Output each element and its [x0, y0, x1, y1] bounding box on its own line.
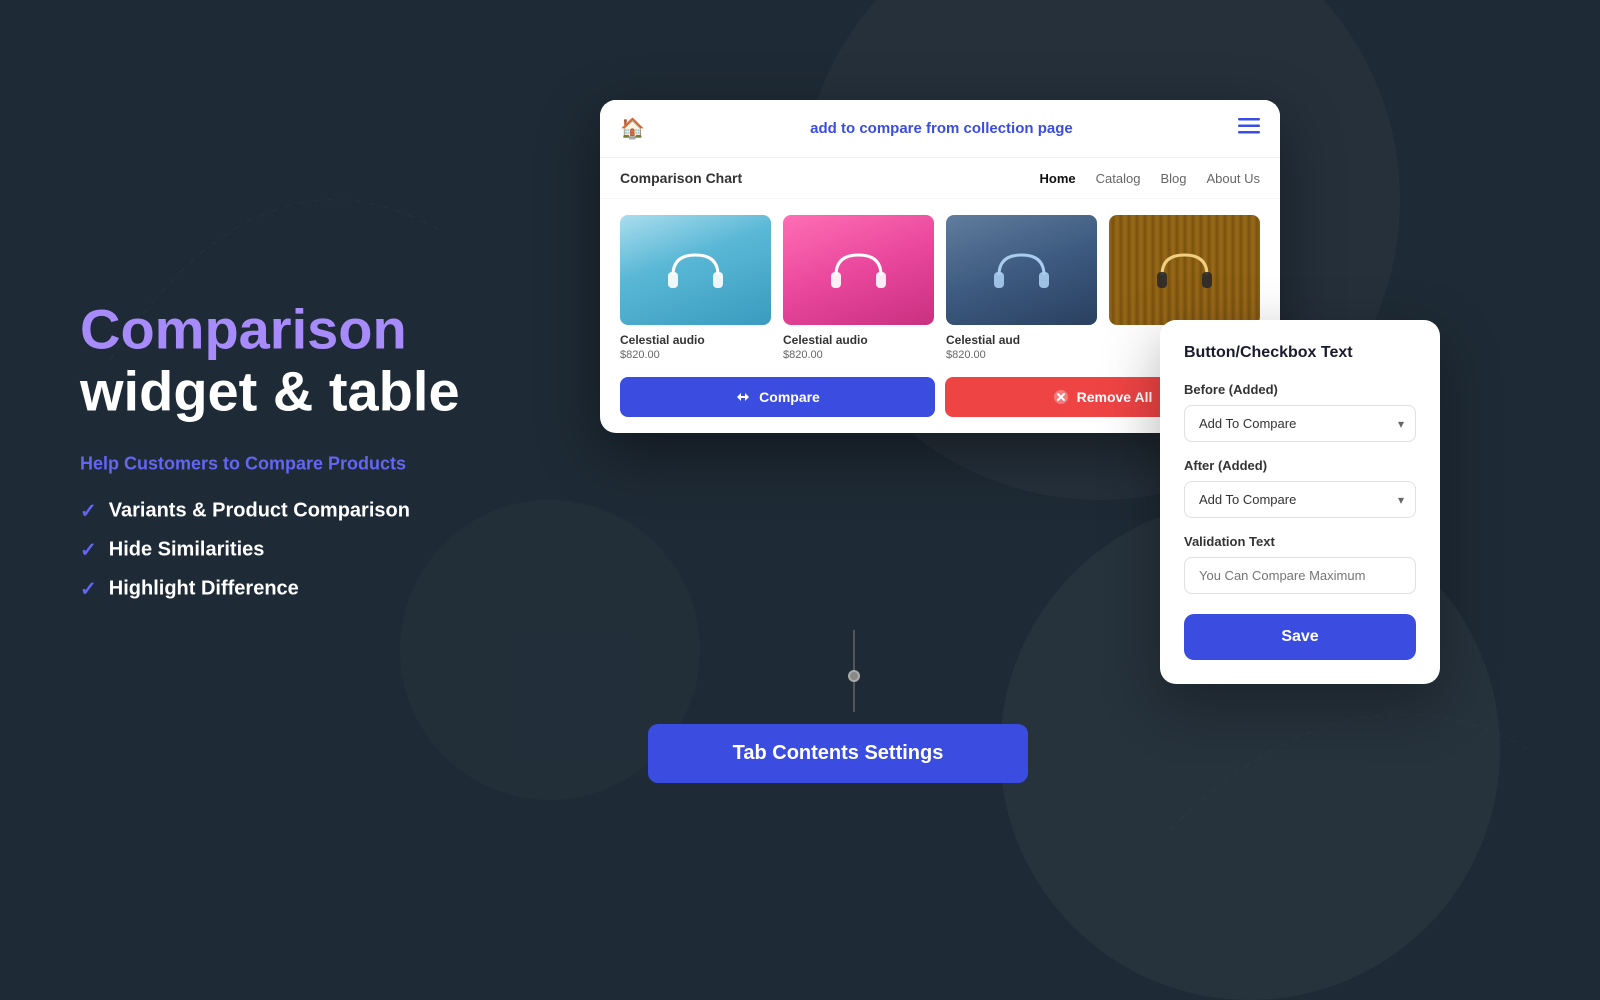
tab-contents-settings-button[interactable]: Tab Contents Settings	[648, 724, 1028, 783]
product-name-2: Celestial audio	[783, 333, 934, 347]
compare-icon	[735, 389, 751, 405]
feature-item-3: ✓ Highlight Difference	[80, 577, 560, 602]
nav-link-blog[interactable]: Blog	[1160, 171, 1186, 186]
connector-line-bottom	[853, 682, 855, 712]
check-icon-1: ✓	[80, 499, 97, 524]
subtitle: Help Customers to Compare Products	[80, 454, 560, 475]
window-header: 🏠 add to compare from collection page	[600, 100, 1280, 158]
feature-item-2: ✓ Hide Similarities	[80, 538, 560, 563]
title-comparison: Comparison	[80, 298, 560, 360]
hamburger-menu-icon[interactable]	[1238, 117, 1260, 140]
title-sub: widget & table	[80, 360, 560, 422]
after-label: After (Added)	[1184, 458, 1416, 473]
product-card-2: Celestial audio $820.00	[783, 215, 934, 361]
compare-button-label: Compare	[759, 389, 820, 405]
headphone-svg-1	[663, 240, 728, 300]
check-icon-3: ✓	[80, 577, 97, 602]
product-price-1: $820.00	[620, 349, 771, 361]
product-name-1: Celestial audio	[620, 333, 771, 347]
remove-icon	[1053, 389, 1069, 405]
after-select-wrapper: Add To Compare ▾	[1184, 481, 1416, 518]
remove-button-label: Remove All	[1077, 389, 1153, 405]
after-select[interactable]: Add To Compare	[1184, 481, 1416, 518]
product-name-3: Celestial aud	[946, 333, 1097, 347]
store-nav: Comparison Chart Home Catalog Blog About…	[600, 158, 1280, 199]
before-label: Before (Added)	[1184, 382, 1416, 397]
before-select-wrapper: Add To Compare ▾	[1184, 405, 1416, 442]
feature-text-3: Highlight Difference	[109, 578, 299, 601]
save-button[interactable]: Save	[1184, 614, 1416, 660]
feature-list: ✓ Variants & Product Comparison ✓ Hide S…	[80, 499, 560, 602]
product-image-4	[1109, 215, 1260, 325]
store-brand: Comparison Chart	[620, 170, 742, 186]
nav-link-catalog[interactable]: Catalog	[1096, 171, 1141, 186]
settings-panel: Button/Checkbox Text Before (Added) Add …	[1160, 320, 1440, 684]
before-select[interactable]: Add To Compare	[1184, 405, 1416, 442]
home-icon[interactable]: 🏠	[620, 116, 645, 141]
validation-input[interactable]	[1184, 557, 1416, 594]
validation-label: Validation Text	[1184, 534, 1416, 549]
window-title: add to compare from collection page	[645, 120, 1238, 137]
tab-settings-label: Tab Contents Settings	[733, 742, 944, 764]
product-card-3: Celestial aud $820.00	[946, 215, 1097, 361]
product-image-2	[783, 215, 934, 325]
check-icon-2: ✓	[80, 538, 97, 563]
connector-line-top	[853, 630, 855, 670]
connector-dot	[848, 670, 860, 682]
settings-panel-title: Button/Checkbox Text	[1184, 344, 1416, 362]
compare-button[interactable]: Compare	[620, 377, 935, 417]
feature-text-2: Hide Similarities	[109, 539, 265, 562]
nav-link-home[interactable]: Home	[1040, 171, 1076, 186]
main-title: Comparison widget & table	[80, 298, 560, 421]
feature-item-1: ✓ Variants & Product Comparison	[80, 499, 560, 524]
headphone-svg-3	[989, 240, 1054, 300]
product-price-2: $820.00	[783, 349, 934, 361]
product-image-3	[946, 215, 1097, 325]
headphone-svg-4	[1152, 240, 1217, 300]
product-price-3: $820.00	[946, 349, 1097, 361]
left-panel: Comparison widget & table Help Customers…	[80, 298, 560, 601]
feature-text-1: Variants & Product Comparison	[109, 500, 410, 523]
product-card-1: Celestial audio $820.00	[620, 215, 771, 361]
store-nav-links: Home Catalog Blog About Us	[1040, 171, 1260, 186]
connector	[848, 630, 860, 712]
headphone-svg-2	[826, 240, 891, 300]
product-image-1	[620, 215, 771, 325]
nav-link-about[interactable]: About Us	[1207, 171, 1260, 186]
save-button-label: Save	[1281, 628, 1318, 645]
